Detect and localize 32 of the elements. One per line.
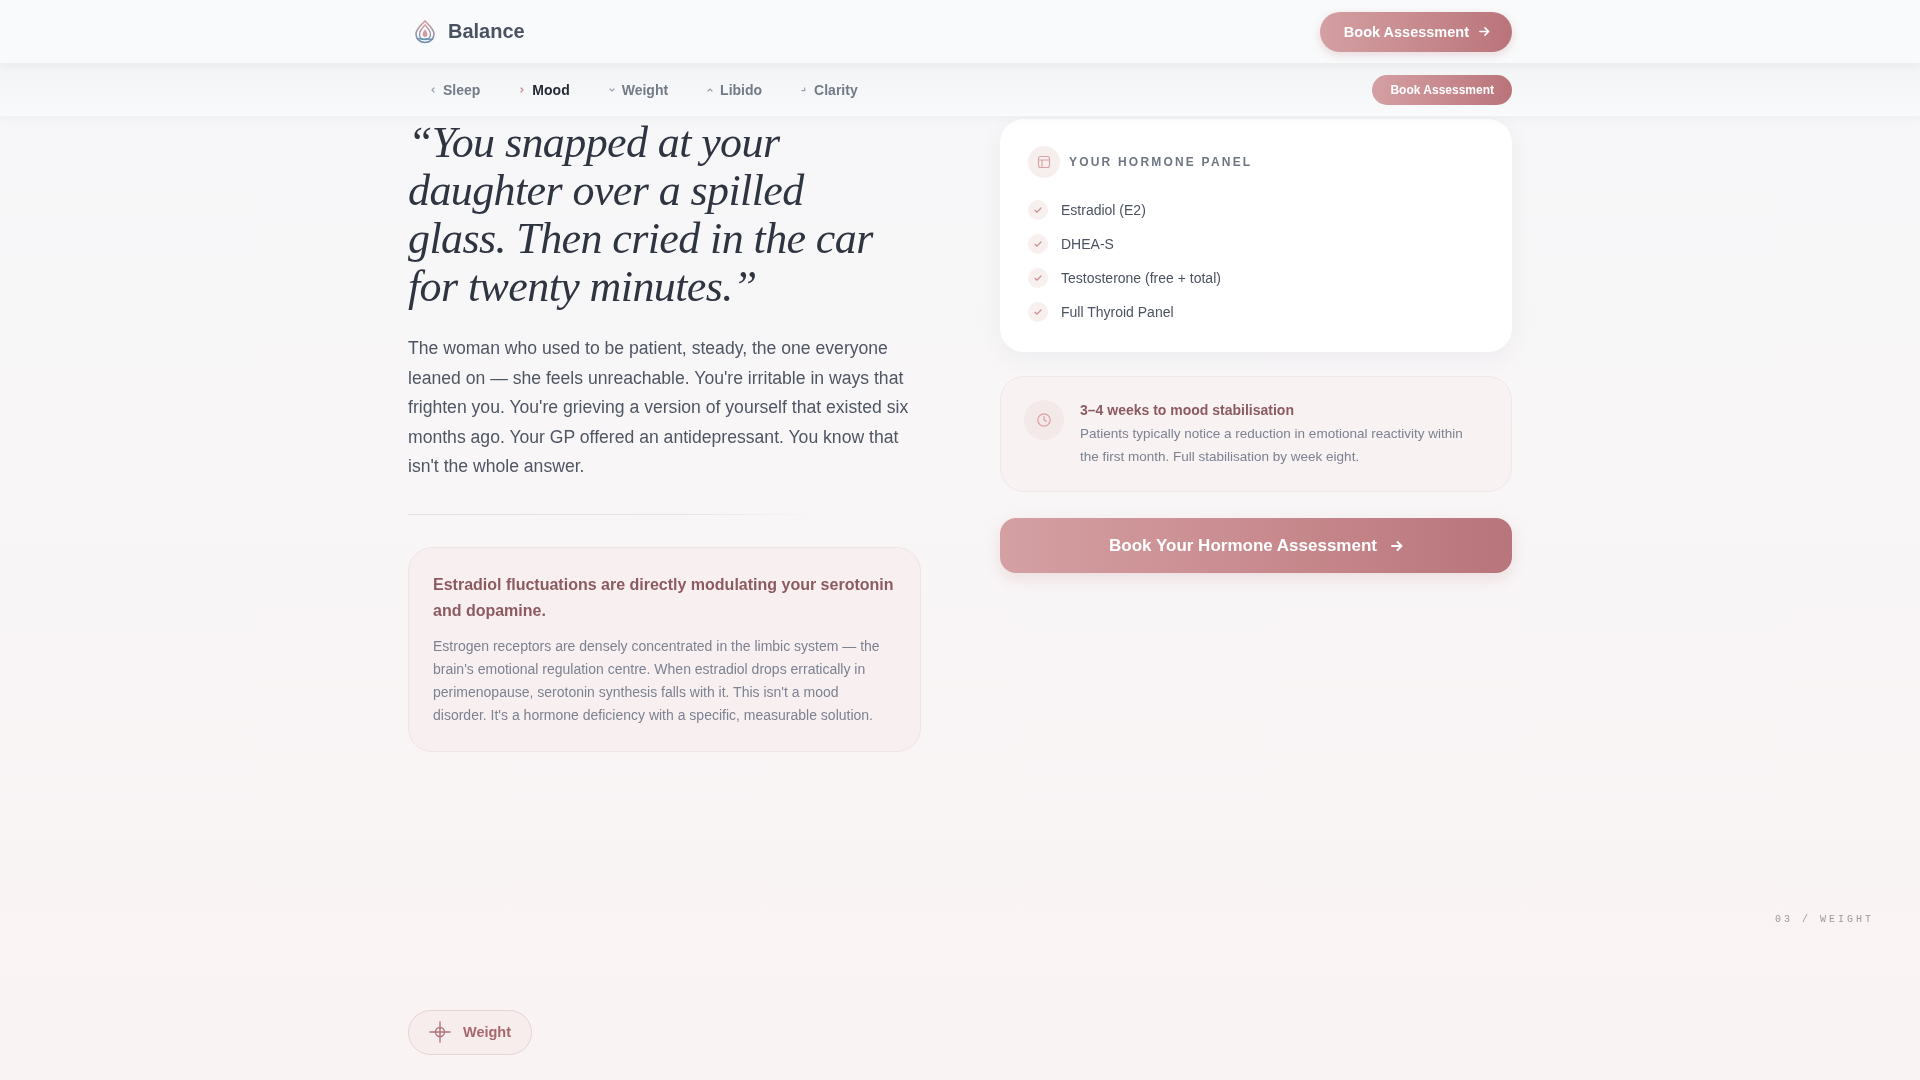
- brand-name: Balance: [448, 20, 525, 43]
- timeline-title: 3–4 weeks to mood stabilisation: [1080, 401, 1295, 420]
- insight-text: Estrogen receptors are densely concentrated in the limbic system — the brain's emotional regulation centre. When estradiol drops erratically in perimenopause, serotonin synthesis falls with it. This isn't a mood disorder. It's a hormone deficiency with a specific, measurable solution.: [433, 636, 881, 725]
- arrow-right-icon: [1479, 26, 1490, 37]
- clock-icon: [1024, 400, 1064, 440]
- nav-tab[interactable]: Clarity: [789, 73, 870, 106]
- chevron-icon: [430, 86, 436, 93]
- lotus-logo-icon: [414, 19, 436, 44]
- next-section-button[interactable]: Weight: [408, 1009, 533, 1055]
- book-assessment-button[interactable]: Book Assessment: [1319, 11, 1512, 52]
- hormone-test-label: DHEA-S: [1061, 236, 1114, 252]
- book-hormone-assessment-button[interactable]: Book Your Hormone Assessment: [1000, 518, 1512, 573]
- panel-heading: YOUR HORMONE PANEL: [1069, 155, 1253, 169]
- story-paragraph: The woman who used to be patient, steady, the one everyone leaned on — she feels unreachable. You're irritable in ways that frighten you. You're grieving a version of yourself that existed six months ago. Your GP offered an antidepressant. You know that isn't the whole answer.: [408, 337, 910, 478]
- arrow-right-icon: [1391, 539, 1403, 552]
- hormone-test-label: Estradiol (E2): [1061, 202, 1146, 218]
- chevron-icon: [519, 86, 526, 93]
- timeline-text: Patients typically notice a reduction in emotional reactivity within the first month. Full stabilisation by week eight.: [1080, 425, 1464, 466]
- nav-tab[interactable]: Weight: [596, 73, 681, 106]
- crosshair-icon: [429, 1021, 451, 1043]
- chevron-icon: [707, 86, 714, 93]
- table-icon: [1028, 146, 1060, 178]
- hormone-test-label: Testosterone (free + total): [1061, 270, 1221, 286]
- section-indicator: 03 / WEIGHT: [1775, 913, 1874, 926]
- nav-tab[interactable]: Mood: [507, 73, 582, 106]
- hormone-test-label: Full Thyroid Panel: [1061, 304, 1174, 320]
- book-assessment-button[interactable]: Book Assessment: [1372, 74, 1512, 105]
- nav-tab[interactable]: Libido: [695, 73, 775, 106]
- nav-tab[interactable]: Sleep: [418, 73, 493, 106]
- pull-quote: “You snapped at your daughter over a spilled glass. Then cried in the car for twenty minutes.”: [408, 119, 875, 311]
- insight-title: Estradiol fluctuations are directly modulating your serotonin and dopamine.: [433, 574, 895, 621]
- chevron-icon: [608, 86, 615, 93]
